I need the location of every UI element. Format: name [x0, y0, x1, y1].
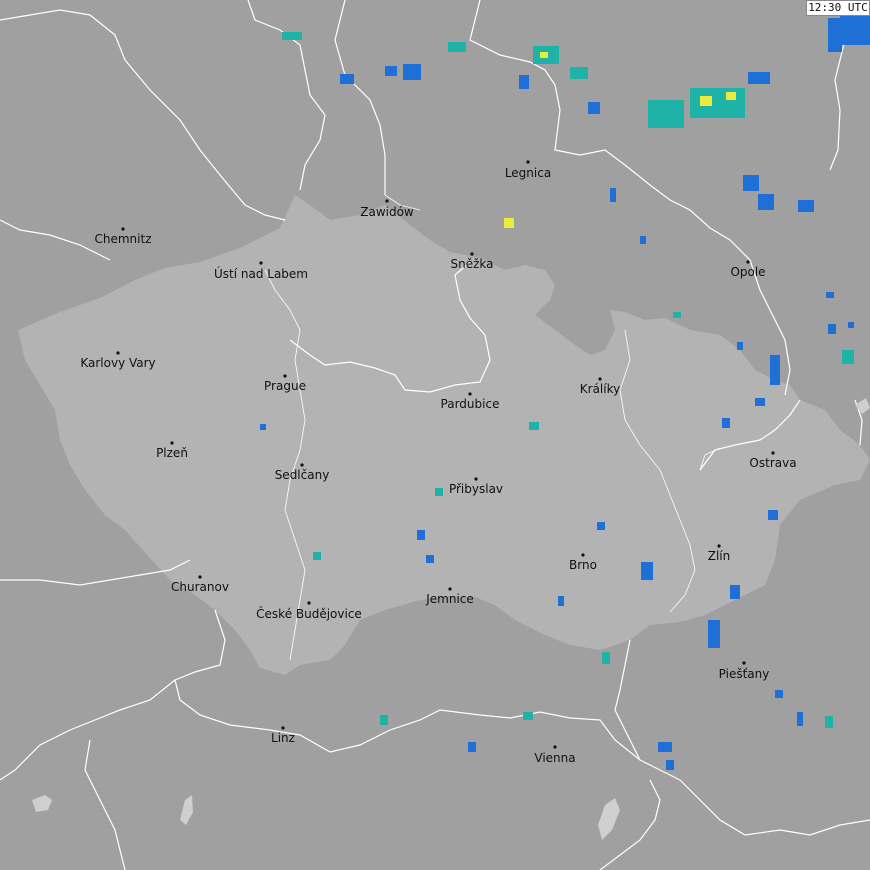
weather-radar-map: Chemnitz Zawidów Legnica Ústí nad Labem …: [0, 0, 870, 870]
city-label: Opole: [730, 265, 765, 279]
city-label: Plzeň: [156, 446, 188, 460]
city-label: Pardubice: [441, 397, 500, 411]
city-label: Linz: [271, 731, 295, 745]
city-label: Jemnice: [425, 592, 474, 606]
city-label: Sněžka: [451, 257, 494, 271]
city-label: Karlovy Vary: [80, 356, 155, 370]
city-label: Prague: [264, 379, 306, 393]
city-label: Zlín: [708, 549, 731, 563]
city-label: Králíky: [580, 382, 620, 396]
city-label: Vienna: [534, 751, 575, 765]
city-label: Piešťany: [719, 667, 770, 681]
city-label: Sedlčany: [275, 468, 330, 482]
city-label: Přibyslav: [449, 482, 503, 496]
city-label: Zawidów: [360, 205, 414, 219]
city-label: Ostrava: [749, 456, 796, 470]
city-label: Brno: [569, 558, 597, 572]
city-label: Chemnitz: [95, 232, 152, 246]
timestamp-badge: 12:30 UTC: [806, 0, 870, 16]
city-label: Churanov: [171, 580, 229, 594]
city-label: České Budějovice: [256, 606, 362, 621]
city-label: Ústí nad Labem: [214, 266, 308, 281]
city-label: Legnica: [505, 166, 551, 180]
